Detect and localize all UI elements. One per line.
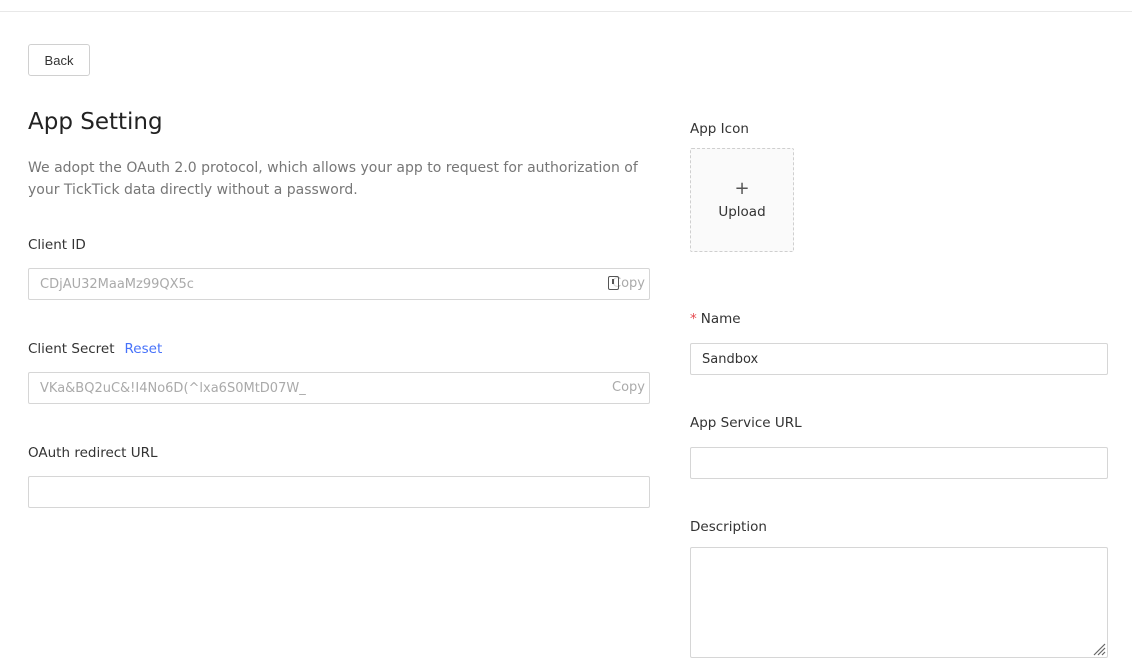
name-input[interactable] (691, 344, 1107, 374)
name-label-row: * Name (690, 309, 741, 329)
client-secret-input[interactable] (29, 373, 649, 403)
client-id-copy-button[interactable]: Copy (608, 269, 645, 299)
client-secret-copy-button[interactable]: Copy (612, 373, 645, 403)
back-button[interactable]: Back (28, 44, 90, 76)
plus-icon: + (734, 178, 750, 199)
client-secret-label-row: Client Secret Reset (28, 339, 162, 359)
service-url-input[interactable] (691, 448, 1107, 478)
client-id-input[interactable] (29, 269, 649, 299)
description-textarea[interactable] (690, 547, 1108, 658)
client-secret-label: Client Secret (28, 341, 115, 357)
redirect-url-input[interactable] (29, 477, 649, 507)
service-url-label: App Service URL (690, 415, 802, 431)
client-id-label: Client ID (28, 237, 86, 253)
name-label: Name (700, 311, 741, 327)
resize-handle-icon[interactable] (1092, 642, 1106, 656)
redirect-url-field (28, 476, 650, 508)
top-divider (0, 11, 1132, 12)
page-intro: We adopt the OAuth 2.0 protocol, which a… (28, 160, 638, 198)
upload-label: Upload (718, 204, 766, 220)
service-url-field (690, 447, 1108, 479)
name-field (690, 343, 1108, 375)
client-secret-field: Copy (28, 372, 650, 404)
client-id-field: Copy (28, 268, 650, 300)
description-label: Description (690, 519, 767, 535)
app-icon-label: App Icon (690, 121, 749, 137)
redirect-url-label: OAuth redirect URL (28, 445, 158, 461)
app-icon-upload[interactable]: + Upload (690, 148, 794, 252)
reset-secret-link[interactable]: Reset (125, 341, 163, 357)
page-title: App Setting (28, 109, 163, 135)
required-mark: * (690, 311, 697, 327)
copy-icon (608, 276, 620, 290)
